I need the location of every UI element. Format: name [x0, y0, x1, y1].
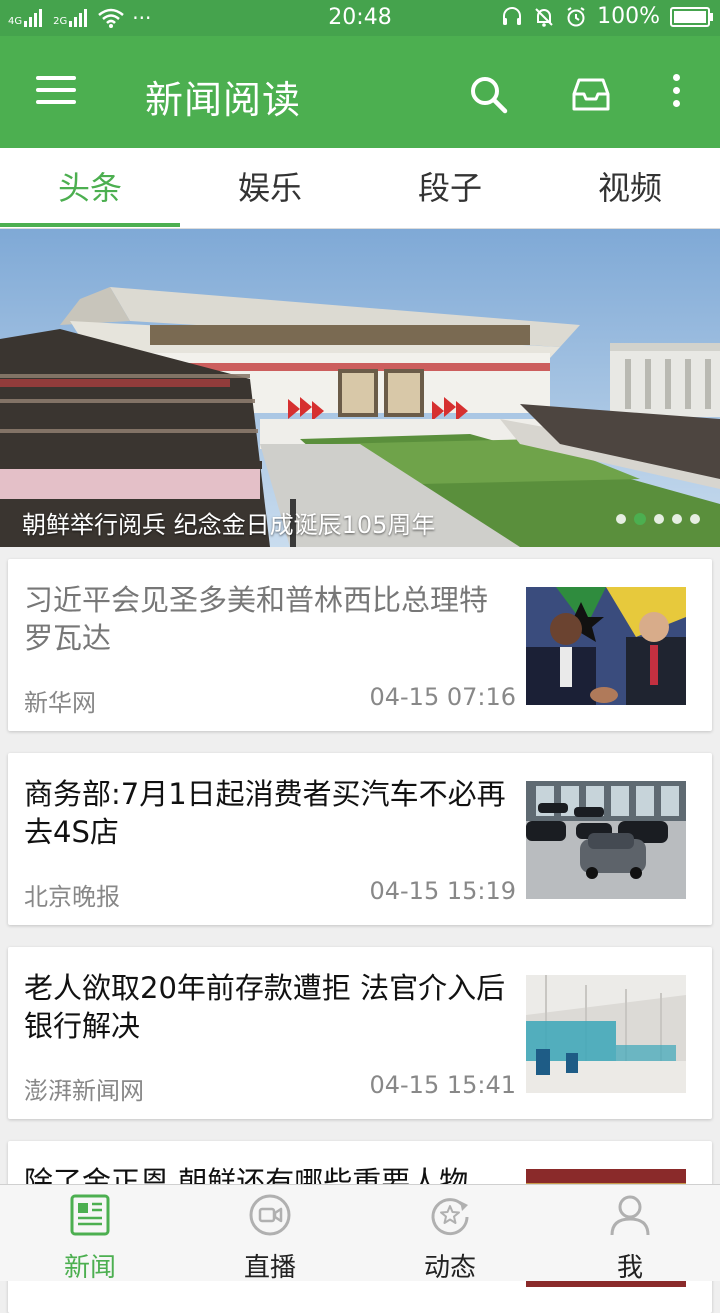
search-icon[interactable] [468, 74, 508, 114]
bell-muted-icon [535, 7, 553, 27]
news-title: 商务部:7月1日起消费者买汽车不必再去4S店 [24, 777, 506, 849]
banner-carousel[interactable]: 朝鲜举行阅兵 纪念金日成诞辰105周年 [0, 229, 720, 547]
news-title: 老人欲取20年前存款遭拒 法官介入后银行解决 [24, 971, 506, 1043]
news-card[interactable]: 老人欲取20年前存款遭拒 法官介入后银行解决 澎湃新闻网 04-15 15:41 [8, 947, 712, 1119]
headset-icon [503, 6, 522, 25]
nav-label: 直播 [243, 1253, 296, 1283]
newspaper-icon [70, 1194, 110, 1236]
more-vert-icon[interactable] [668, 74, 684, 114]
nav-label: 动态 [423, 1253, 476, 1283]
tab-jokes[interactable]: 段子 [360, 148, 540, 228]
news-time: 04-15 15:19 [369, 877, 516, 905]
news-time: 04-15 07:16 [369, 683, 516, 711]
nav-label: 我 [616, 1253, 643, 1283]
carousel-dot[interactable] [654, 514, 664, 524]
news-title: 习近平会见圣多美和普林西比总理特罗瓦达 [24, 583, 489, 655]
alarm-icon [567, 6, 585, 26]
news-card[interactable]: 商务部:7月1日起消费者买汽车不必再去4S店 北京晚报 04-15 15:19 [8, 753, 712, 925]
inbox-icon[interactable] [571, 74, 611, 114]
news-thumbnail [526, 975, 686, 1093]
carousel-dot[interactable] [616, 514, 626, 524]
status-bar: 4G 2G ··· 20:48 100% [0, 0, 720, 36]
battery-percent: 100% [597, 4, 660, 29]
carousel-dot[interactable] [634, 513, 646, 525]
more-dot [672, 87, 680, 94]
news-source: 澎湃新闻网 [24, 1077, 144, 1105]
news-thumbnail [526, 587, 686, 705]
news-time: 04-15 15:41 [369, 1071, 516, 1099]
menu-line [36, 76, 76, 80]
video-icon [249, 1194, 291, 1236]
tab-video[interactable]: 视频 [540, 148, 720, 228]
battery-icon [670, 6, 713, 27]
more-dot [672, 74, 680, 81]
status-right: 100% [501, 4, 713, 29]
menu-line [36, 88, 76, 92]
nav-news[interactable]: 新闻 [0, 1185, 180, 1283]
banner-caption: 朝鲜举行阅兵 纪念金日成诞辰105周年 [22, 511, 436, 539]
news-card[interactable]: 习近平会见圣多美和普林西比总理特罗瓦达 新华网 04-15 07:16 [8, 559, 712, 731]
carousel-dot[interactable] [672, 514, 682, 524]
app-bar: 新闻阅读 [0, 36, 720, 148]
tab-headlines[interactable]: 头条 [0, 148, 180, 228]
battery-fill [674, 10, 706, 23]
app-title: 新闻阅读 [145, 78, 302, 122]
person-icon [610, 1195, 650, 1236]
nav-label: 新闻 [63, 1253, 116, 1283]
star-refresh-icon [431, 1198, 469, 1236]
menu-line [36, 100, 76, 104]
news-source: 新华网 [24, 689, 96, 717]
news-thumbnail [526, 781, 686, 899]
bottom-nav: 新闻 直播 动态 我 [0, 1184, 720, 1283]
news-source: 北京晚报 [24, 883, 120, 911]
banner-image [0, 229, 720, 547]
nav-me[interactable]: 我 [540, 1185, 720, 1283]
carousel-dot[interactable] [690, 514, 700, 524]
menu-icon[interactable] [36, 76, 76, 108]
more-dot [672, 100, 680, 107]
nav-activity[interactable]: 动态 [360, 1185, 540, 1283]
carousel-indicator[interactable] [616, 513, 700, 525]
tab-indicator [0, 223, 180, 227]
nav-live[interactable]: 直播 [180, 1185, 360, 1283]
category-tabs: 头条 娱乐 段子 视频 [0, 148, 720, 229]
tab-entertainment[interactable]: 娱乐 [180, 148, 360, 228]
